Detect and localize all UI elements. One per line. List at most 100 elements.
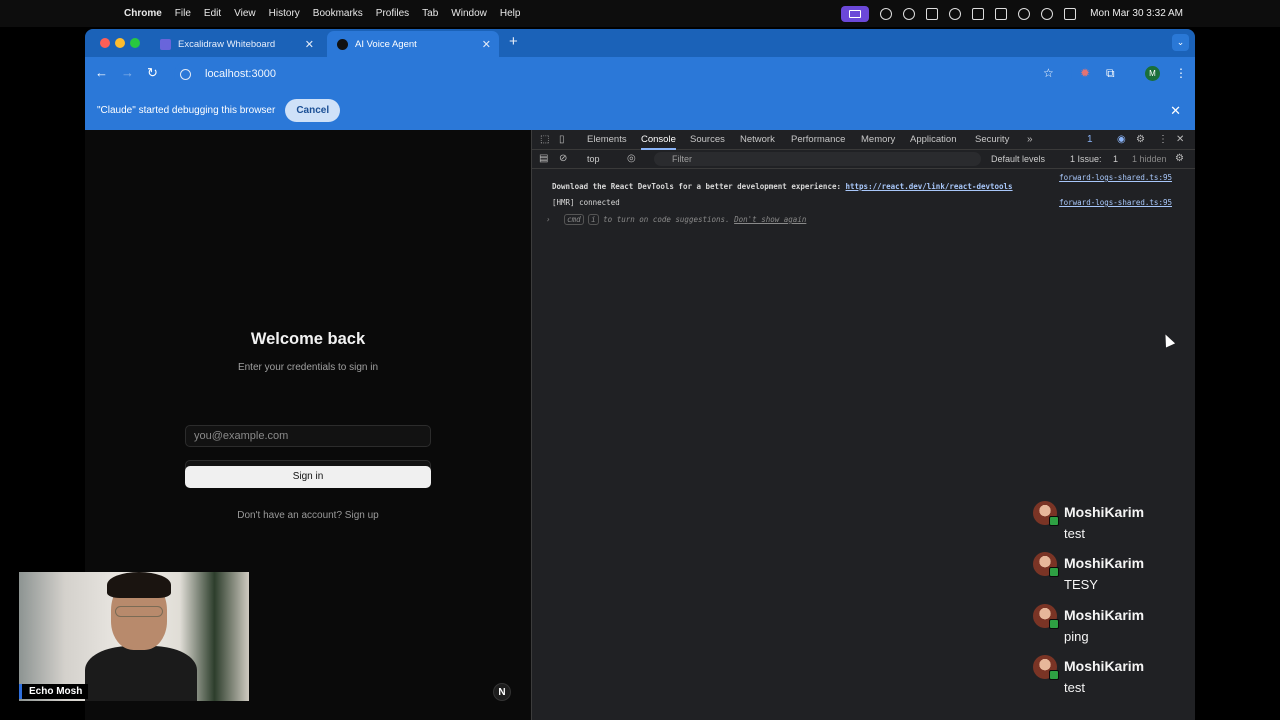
close-devtools-icon[interactable]: ✕ [1176, 134, 1184, 145]
site-info-icon[interactable] [180, 68, 191, 80]
settings-gear-icon[interactable]: ⚙ [1136, 134, 1145, 145]
webcam-person-hair [107, 572, 171, 598]
context-selector[interactable]: top [587, 154, 600, 164]
menu-file[interactable]: File [175, 8, 191, 19]
tab-ai-voice-agent[interactable]: AI Voice Agent ✕ [327, 31, 499, 57]
menu-bookmarks[interactable]: Bookmarks [313, 8, 363, 19]
page-title: Welcome back [250, 330, 366, 348]
forward-icon[interactable]: → [121, 65, 134, 80]
sign-in-button[interactable]: Sign in [185, 466, 431, 488]
chat-message: MoshiKarim ping [1033, 602, 1193, 652]
menu-help[interactable]: Help [500, 8, 521, 19]
log-levels-dropdown[interactable]: Default levels [991, 154, 1045, 164]
hidden-count: 1 hidden [1132, 154, 1167, 164]
profile-avatar[interactable]: M [1145, 66, 1160, 81]
issues-count-badge: 1 [1113, 154, 1119, 164]
menu-history[interactable]: History [269, 8, 300, 19]
maximize-window-button[interactable] [130, 38, 140, 48]
status-area: Mon Mar 30 3:32 AM [841, 0, 1183, 27]
play-icon[interactable] [949, 7, 962, 20]
reload-icon[interactable]: ↻ [147, 65, 158, 81]
menu-edit[interactable]: Edit [204, 8, 221, 19]
device-toolbar-icon[interactable]: ▯ [559, 134, 565, 145]
webcam-name-label: Echo Mosh [19, 684, 89, 699]
console-filter-input[interactable]: Filter [654, 152, 981, 166]
close-tab-icon[interactable]: ✕ [482, 38, 491, 51]
address-bar[interactable]: localhost:3000 [174, 62, 1072, 86]
control-center-icon[interactable] [1064, 7, 1077, 20]
brightness-icon[interactable] [880, 7, 893, 20]
browser-toolbar: ← → ↻ localhost:3000 ☆ ✹ ⧉ M ⋮ [85, 57, 1195, 91]
stream-chat-overlay: MoshiKarim test MoshiKarim TESY MoshiKar… [1025, 494, 1195, 704]
extensions-puzzle-icon[interactable]: ⧉ [1106, 66, 1115, 81]
new-tab-icon[interactable]: + [509, 33, 518, 50]
menu-profiles[interactable]: Profiles [376, 8, 409, 19]
sign-up-link[interactable]: Don't have an account? Sign up [85, 510, 531, 521]
tab-search-icon[interactable]: ⌄ [1172, 34, 1189, 51]
live-expression-eye-icon[interactable]: ◎ [627, 153, 636, 164]
page-subtitle: Enter your credentials to sign in [237, 362, 379, 373]
log-source-link[interactable]: forward-logs-shared.ts:95 [1059, 173, 1172, 182]
tab-console[interactable]: Console [641, 134, 676, 150]
nextjs-favicon-icon [337, 38, 348, 50]
avatar [1033, 501, 1059, 526]
close-tab-icon[interactable]: ✕ [305, 38, 314, 51]
ai-assistance-icon[interactable]: ◉ [1117, 134, 1126, 145]
extension-icon[interactable]: ✹ [1080, 66, 1090, 80]
sidebar-toggle-icon[interactable]: ▤ [539, 153, 548, 164]
tab-excalidraw[interactable]: Excalidraw Whiteboard ✕ [150, 31, 322, 57]
more-tabs-icon[interactable]: » [1027, 134, 1033, 145]
wifi-icon[interactable] [1018, 7, 1031, 20]
nextjs-dev-badge[interactable]: N [493, 683, 511, 701]
menu-app-chrome[interactable]: Chrome [124, 8, 162, 19]
close-infobar-icon[interactable]: ✕ [1170, 103, 1181, 119]
avatar [1033, 604, 1059, 629]
stats-icon[interactable] [926, 7, 939, 20]
clear-console-icon[interactable]: ⊘ [559, 153, 567, 164]
email-field[interactable] [185, 425, 431, 447]
console-settings-icon[interactable]: ⚙ [1175, 153, 1184, 164]
react-devtools-link[interactable]: https://react.dev/link/react-devtools [846, 182, 1013, 191]
more-menu-icon[interactable]: ⋮ [1175, 66, 1187, 80]
spotlight-search-icon[interactable] [1041, 7, 1054, 20]
moderator-badge-icon [1049, 516, 1059, 526]
battery-icon[interactable] [995, 7, 1008, 20]
tab-application[interactable]: Application [910, 134, 956, 145]
notification-icon[interactable] [903, 7, 916, 20]
tab-sources[interactable]: Sources [690, 134, 725, 145]
menu-view[interactable]: View [234, 8, 256, 19]
tab-security[interactable]: Security [975, 134, 1009, 145]
screen-share-icon[interactable] [841, 5, 870, 22]
minimize-window-button[interactable] [115, 38, 125, 48]
issues-count[interactable]: 1 Issue: [1070, 154, 1102, 164]
console-log-line: [HMR] connected [552, 198, 620, 207]
url-text[interactable]: localhost:3000 [205, 68, 276, 80]
tab-network[interactable]: Network [740, 134, 775, 145]
chat-username: MoshiKarim [1064, 504, 1145, 520]
menubar-clock[interactable]: Mon Mar 30 3:32 AM [1090, 8, 1183, 19]
tab-elements[interactable]: Elements [587, 134, 627, 145]
pen-icon[interactable] [972, 7, 985, 20]
infobar-message: "Claude" started debugging this browser [97, 105, 276, 116]
tab-memory[interactable]: Memory [861, 134, 895, 145]
moderator-badge-icon [1049, 670, 1059, 680]
log-source-link[interactable]: forward-logs-shared.ts:95 [1059, 198, 1172, 207]
dont-show-again-link[interactable]: Don't show again [734, 215, 806, 224]
issues-badge[interactable]: 1 [1087, 134, 1093, 145]
cancel-debugging-button[interactable]: Cancel [285, 99, 341, 122]
menu-window[interactable]: Window [451, 8, 487, 19]
tab-title: Excalidraw Whiteboard [178, 38, 276, 50]
tab-performance[interactable]: Performance [791, 134, 845, 145]
chat-username: MoshiKarim [1064, 555, 1145, 571]
menu-tab[interactable]: Tab [422, 8, 438, 19]
webcam-person-glasses [115, 606, 163, 617]
close-window-button[interactable] [100, 38, 110, 48]
filter-placeholder: Filter [672, 154, 692, 164]
console-toolbar: ▤ ⊘ top ◎ Filter Default levels 1 Issue:… [532, 150, 1195, 169]
chat-text: TESY [1064, 577, 1098, 592]
inspect-element-icon[interactable]: ⬚ [540, 134, 549, 145]
log-text: Download the React DevTools for a better… [552, 182, 846, 191]
back-icon[interactable]: ← [95, 65, 108, 80]
bookmark-star-icon[interactable]: ☆ [1043, 66, 1054, 80]
devtools-more-icon[interactable]: ⋮ [1158, 134, 1168, 145]
